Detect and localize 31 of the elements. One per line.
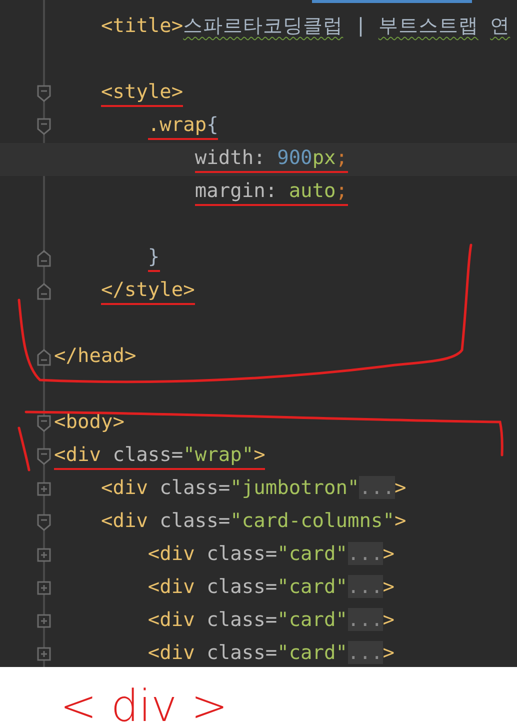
expand-icon[interactable] xyxy=(37,613,51,630)
code-line: <title>스파르타코딩클럽 | 부트스트랩 연 xyxy=(100,14,510,39)
expand-icon[interactable] xyxy=(37,580,51,597)
code-line: <div class="jumbotron"...> xyxy=(100,476,406,501)
expand-icon[interactable] xyxy=(37,646,51,663)
fold-icon[interactable] xyxy=(37,349,51,366)
fold-icon[interactable] xyxy=(37,118,51,135)
code-line: <body> xyxy=(54,410,124,435)
fold-icon[interactable] xyxy=(37,415,51,432)
expand-icon[interactable] xyxy=(37,481,51,498)
code-line: margin: auto; xyxy=(194,179,348,206)
code-line: <div class="card"...> xyxy=(148,575,395,600)
code-line: <div class="card"...> xyxy=(148,641,395,666)
code-line: <div class="wrap"> xyxy=(54,443,266,470)
expand-icon[interactable] xyxy=(37,547,51,564)
code-line: .wrap{ xyxy=(148,113,218,140)
code-editor[interactable] xyxy=(0,0,517,667)
code-line: <div class="card"...> xyxy=(148,542,395,567)
code-line: </head> xyxy=(54,344,136,369)
fold-icon[interactable] xyxy=(37,283,51,300)
code-line: } xyxy=(148,245,160,272)
code-line: <style> xyxy=(100,80,184,107)
code-line: <div class="card-columns"> xyxy=(100,509,406,534)
fold-icon[interactable] xyxy=(37,514,51,531)
code-line: width: 900px; xyxy=(194,146,348,173)
fold-icon[interactable] xyxy=(37,448,51,465)
code-line: </style> xyxy=(100,278,195,305)
code-line: <div class="card"...> xyxy=(148,608,395,633)
fold-icon[interactable] xyxy=(37,250,51,267)
fold-icon[interactable] xyxy=(37,85,51,102)
handwritten-note: < div > xyxy=(59,680,228,727)
